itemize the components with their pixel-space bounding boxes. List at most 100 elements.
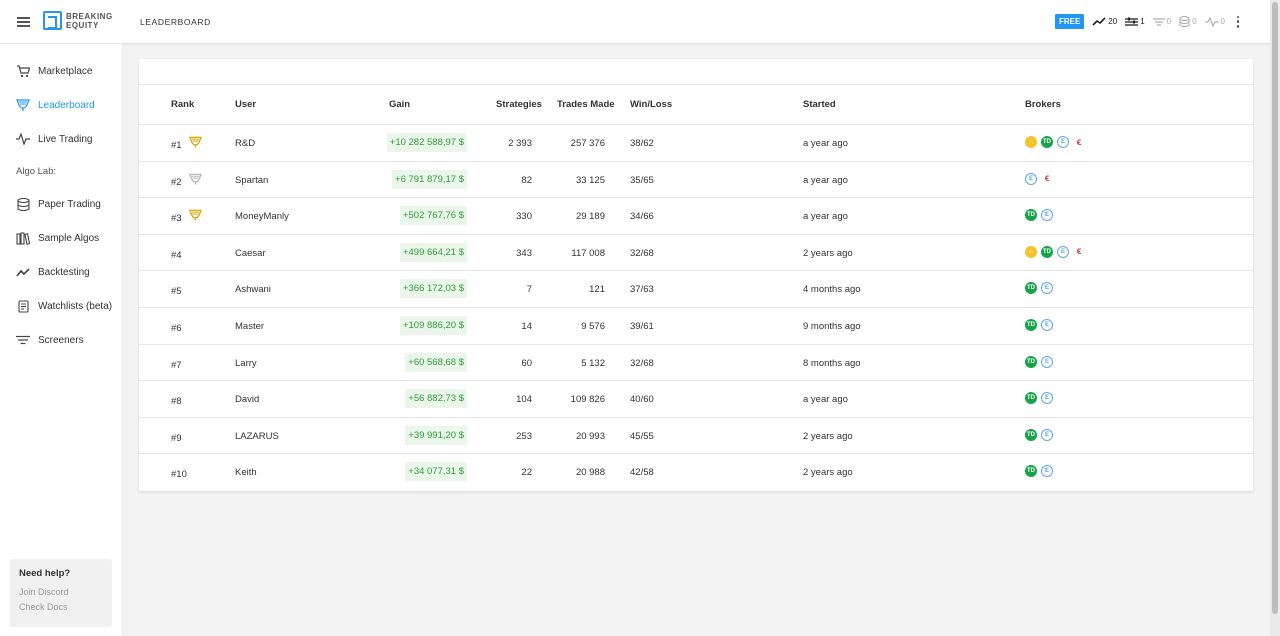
sidebar-item-paper-trading[interactable]: Paper Trading (16, 197, 101, 211)
sliders-stat[interactable]: 1 (1125, 17, 1145, 27)
vertical-scrollbar[interactable] (1270, 0, 1280, 636)
scrollbar-thumb[interactable] (1272, 2, 1278, 614)
etrade-icon[interactable]: E (1041, 282, 1053, 295)
td-ameritrade-icon[interactable]: TD (1025, 392, 1037, 405)
winloss-cell: 32/68 (630, 247, 654, 259)
started-cell: a year ago (803, 394, 848, 406)
td-ameritrade-icon[interactable]: TD (1041, 245, 1053, 258)
table-row[interactable]: #3 MoneyManly +502 767,76 $ 330 29 189 34/66 a… (139, 198, 1253, 235)
table-row[interactable]: #6 Master +109 886,20 $ 14 9 576 39/61 9 month… (139, 308, 1253, 345)
brokers-cell: Eϵ (1025, 172, 1053, 185)
sidebar-item-sample-algos[interactable]: Sample Algos (16, 231, 99, 245)
td-ameritrade-icon[interactable]: TD (1025, 282, 1037, 295)
td-ameritrade-icon[interactable]: TD (1025, 428, 1037, 441)
user-cell[interactable]: MoneyManly (235, 211, 289, 222)
sidebar-item-leaderboard[interactable]: Leaderboard (16, 98, 95, 112)
alpaca-icon[interactable]: ∩ (1025, 245, 1037, 258)
trades-cell: 257 376 (570, 138, 605, 149)
brokers-cell: TD E (1025, 282, 1053, 295)
etrade-icon[interactable]: E (1057, 245, 1069, 258)
header-win-loss[interactable]: Win/Loss (630, 99, 672, 110)
sidebar-item-marketplace[interactable]: Marketplace (16, 64, 92, 78)
table-row[interactable]: #8 David +56 882,73 $ 104 109 826 40/60 a year… (139, 381, 1253, 418)
table-row[interactable]: #9 LAZARUS +39 991,20 $ 253 20 993 45/55 2 yea… (139, 418, 1253, 455)
rank-cell: #2 (171, 176, 182, 188)
user-cell[interactable]: Caesar (235, 248, 266, 259)
winloss-cell: 45/55 (630, 430, 654, 442)
section-label-algo-lab: Algo Lab: (16, 166, 57, 177)
table-row[interactable]: #1 R&D +10 282 588,97 $ 2 393 257 376 38/62 a … (139, 125, 1253, 162)
gain-badge: +60 568,68 $ (405, 352, 467, 372)
alpaca-icon[interactable]: ∩ (1025, 136, 1037, 148)
user-cell[interactable]: R&D (235, 138, 255, 149)
etrade-icon[interactable]: E (1057, 136, 1069, 148)
td-ameritrade-icon[interactable]: TD (1025, 355, 1037, 368)
etrade-icon[interactable]: E (1025, 172, 1037, 185)
check-docs-link[interactable]: Check Docs (19, 602, 103, 612)
robinhood-icon[interactable]: ϵ (1073, 246, 1085, 258)
join-discord-link[interactable]: Join Discord (19, 587, 103, 597)
rank-cell: #3 (171, 213, 182, 225)
etrade-icon[interactable]: E (1041, 428, 1053, 441)
sidebar-item-live-trading[interactable]: Live Trading (16, 132, 92, 146)
rank-cell: #1 (171, 140, 182, 151)
table-row[interactable]: #5 Ashwani +366 172,03 $ 7 121 37/63 4 months … (139, 271, 1253, 308)
cart-icon (16, 64, 30, 78)
table-row[interactable]: #10 Keith +34 077,31 $ 22 20 988 42/58 2 years… (139, 454, 1253, 491)
header-trades-made[interactable]: Trades Made (557, 99, 615, 110)
layers-icon (16, 197, 30, 211)
strategies-cell: 14 (521, 320, 532, 332)
td-ameritrade-icon[interactable]: TD (1025, 209, 1037, 222)
gain-badge: +499 664,21 $ (399, 242, 467, 262)
robinhood-icon[interactable]: ϵ (1041, 173, 1053, 185)
started-cell: a year ago (803, 211, 848, 223)
trades-cell: 109 826 (570, 394, 605, 406)
header-user[interactable]: User (235, 99, 256, 110)
etrade-icon[interactable]: E (1041, 318, 1053, 331)
sliders-icon (1125, 17, 1139, 26)
more-options-icon[interactable] (1233, 15, 1243, 29)
brokers-cell: ∩ TD Eϵ (1025, 136, 1085, 148)
table-row[interactable]: #7 Larry +60 568,68 $ 60 5 132 32/68 8 months … (139, 345, 1253, 382)
leaderboard-card: Rank User Gain Strategies Trades Made Wi… (139, 59, 1253, 491)
papertrading-stat[interactable]: 0 (1179, 16, 1197, 27)
logo[interactable]: BREAKING EQUITY (43, 11, 113, 30)
gain-badge: +34 077,31 $ (405, 462, 467, 482)
sidebar-item-backtesting[interactable]: Backtesting (16, 265, 90, 279)
etrade-icon[interactable]: E (1041, 355, 1053, 368)
user-cell[interactable]: LAZARUS (235, 431, 279, 442)
user-cell[interactable]: Master (235, 321, 264, 332)
sidebar-item-watchlists[interactable]: Watchlists (beta) (16, 299, 112, 313)
started-cell: a year ago (803, 174, 848, 186)
etrade-icon[interactable]: E (1041, 209, 1053, 222)
user-cell[interactable]: Ashwani (235, 284, 271, 295)
etrade-icon[interactable]: E (1041, 392, 1053, 405)
header-gain[interactable]: Gain (389, 99, 410, 110)
robinhood-icon[interactable]: ϵ (1073, 136, 1085, 148)
td-ameritrade-icon[interactable]: TD (1025, 318, 1037, 331)
td-ameritrade-icon[interactable]: TD (1041, 136, 1053, 148)
header-rank[interactable]: Rank (171, 99, 194, 110)
plan-badge[interactable]: FREE (1054, 14, 1085, 29)
strategies-cell: 343 (516, 247, 532, 259)
header-strategies[interactable]: Strategies (496, 99, 542, 110)
header-started[interactable]: Started (803, 99, 836, 110)
livetrading-stat[interactable]: 0 (1204, 16, 1225, 27)
user-cell[interactable]: Spartan (235, 175, 268, 186)
td-ameritrade-icon[interactable]: TD (1025, 465, 1037, 478)
sidebar-item-screeners[interactable]: Screeners (16, 333, 84, 347)
user-cell[interactable]: David (235, 394, 259, 405)
trades-cell: 20 993 (575, 430, 605, 442)
user-cell[interactable]: Larry (235, 358, 257, 369)
header-brokers[interactable]: Brokers (1025, 99, 1061, 110)
screeners-stat[interactable]: 0 (1152, 17, 1171, 27)
table-row[interactable]: #2 Spartan +6 791 879,17 $ 82 33 125 35/65 a y… (139, 162, 1253, 199)
strategies-cell: 2 393 (508, 138, 532, 149)
table-row[interactable]: #4 Caesar +499 664,21 $ 343 117 008 32/68 2 ye… (139, 235, 1253, 272)
live-strategies-stat[interactable]: 20 (1092, 16, 1117, 27)
etrade-icon[interactable]: E (1041, 465, 1053, 478)
menu-icon[interactable] (17, 17, 30, 27)
user-cell[interactable]: Keith (235, 467, 257, 478)
trades-cell: 20 988 (575, 467, 605, 479)
trades-cell: 9 576 (581, 320, 605, 332)
